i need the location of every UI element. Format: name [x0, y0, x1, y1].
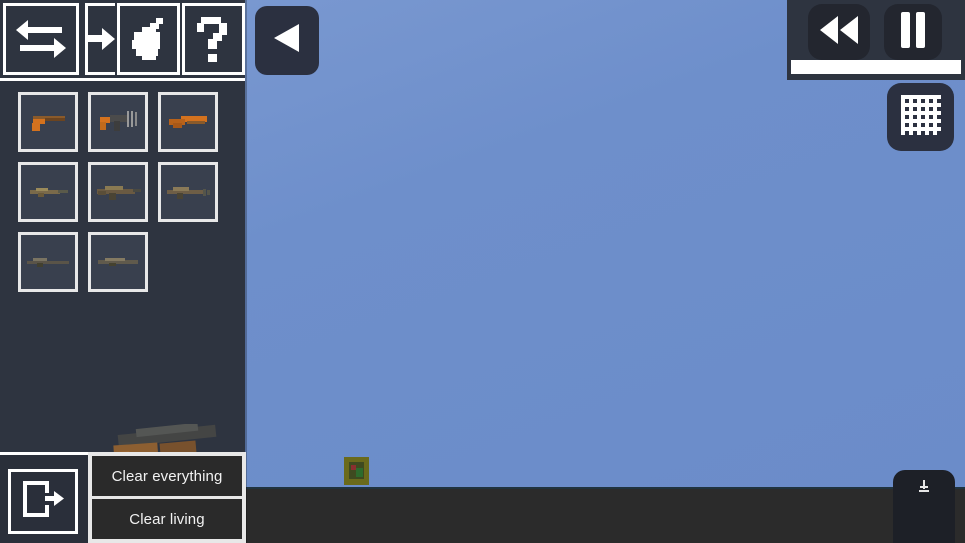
tabstrip-underline — [0, 78, 245, 81]
sidebar-tab-grenade[interactable] — [116, 3, 180, 75]
drop-button[interactable] — [893, 470, 955, 543]
question-mark-icon — [195, 15, 231, 63]
exit-button[interactable] — [8, 469, 78, 534]
time-progress-fill — [791, 60, 961, 74]
clear-everything-button[interactable]: Clear everything — [92, 456, 242, 496]
smg-icon — [94, 107, 142, 137]
exit-door-icon — [21, 479, 65, 524]
game-screen: Clear everything Clear living — [0, 0, 965, 543]
sidebar-tabstrip — [0, 0, 245, 81]
grenade-icon — [126, 16, 170, 62]
item-cell-pistol[interactable] — [18, 92, 78, 152]
rewind-icon — [817, 13, 861, 52]
battle-rifle-icon — [163, 182, 213, 202]
item-cell-shotgun[interactable] — [88, 232, 148, 292]
clear-living-button[interactable]: Clear living — [92, 499, 242, 539]
pistol-icon — [25, 109, 71, 135]
rewind-button[interactable] — [808, 4, 870, 60]
sidebar-tab-help[interactable] — [181, 3, 245, 75]
weapon-item-grid — [18, 92, 233, 292]
item-cell-battle-rifle[interactable] — [158, 162, 218, 222]
assault-rifle-icon — [93, 181, 143, 203]
time-progress-bar[interactable] — [791, 60, 961, 74]
shotgun-icon — [93, 254, 143, 270]
item-cell-sawed-off[interactable] — [158, 92, 218, 152]
pause-icon — [898, 11, 928, 54]
item-cell-sniper-rifle[interactable] — [18, 232, 78, 292]
sawed-off-icon — [165, 110, 211, 134]
item-cell-smg[interactable] — [88, 92, 148, 152]
arrow-right-icon — [88, 26, 115, 52]
clear-actions-panel: Clear everything Clear living — [88, 452, 246, 543]
swap-arrows-icon — [14, 17, 68, 61]
back-triangle-icon — [269, 20, 305, 61]
entity-pixel-green — [356, 468, 363, 477]
drop-down-icon — [917, 480, 931, 501]
carbine-icon — [24, 183, 72, 201]
item-cell-assault-rifle[interactable] — [88, 162, 148, 222]
item-cell-carbine[interactable] — [18, 162, 78, 222]
grid-icon — [899, 93, 943, 142]
sidebar-tab-transfer[interactable] — [3, 3, 80, 75]
grid-button[interactable] — [887, 83, 954, 151]
pause-button[interactable] — [884, 4, 942, 60]
sidebar-tab-arrow[interactable] — [85, 3, 115, 75]
back-button[interactable] — [255, 6, 319, 75]
spawned-entity[interactable] — [341, 457, 372, 487]
sniper-rifle-icon — [23, 254, 73, 270]
